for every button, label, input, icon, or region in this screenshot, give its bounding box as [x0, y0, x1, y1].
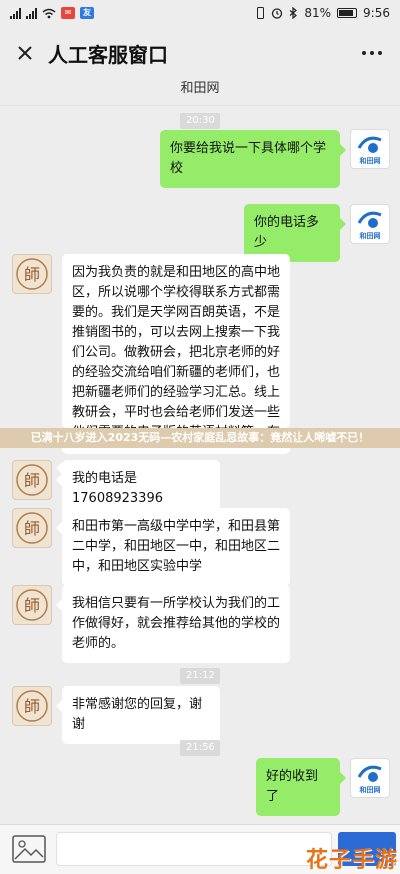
teacher-emblem-icon: 師 — [16, 512, 48, 544]
signal-icon — [10, 7, 21, 19]
timestamp: 21:12 — [180, 668, 220, 684]
timestamp: 20:30 — [180, 113, 220, 129]
close-icon — [18, 46, 32, 60]
watermark: 花子手游 — [306, 847, 399, 873]
hetian-logo-icon: 和田网 — [357, 211, 382, 240]
avatar-label: 和田网 — [359, 156, 381, 165]
svg-text:師: 師 — [24, 697, 40, 716]
battery-percent: 81% — [304, 6, 332, 20]
image-button[interactable] — [12, 835, 46, 863]
teacher-emblem-icon: 師 — [16, 258, 48, 290]
bluetooth-icon — [289, 7, 298, 19]
alarm-icon — [272, 8, 283, 19]
svg-text:師: 師 — [24, 519, 40, 538]
message-bubble-tail — [56, 448, 290, 474]
chat-subtitle: 和田网 — [0, 80, 400, 106]
signal-icon — [26, 7, 37, 19]
message-bubble-incoming: 非常感谢您的回复，谢谢 — [56, 686, 220, 744]
more-icon — [378, 51, 382, 55]
hetian-logo-icon: 和田网 — [357, 765, 382, 794]
teacher-emblem-icon: 師 — [16, 464, 48, 496]
svg-text:和田网: 和田网 — [359, 785, 381, 794]
message-bubble-incoming: 因为我负责的就是和田地区的高中地区，所以说哪个学校得联系方式都需要的。我们是天学… — [62, 254, 290, 428]
teacher-emblem-icon: 師 — [16, 690, 48, 722]
hetian-logo-icon: 和田网 — [357, 136, 382, 165]
wifi-icon — [42, 8, 56, 18]
message-input[interactable] — [56, 832, 332, 866]
message-bubble-outgoing: 你要给我说一下具体哪个学校 — [160, 130, 346, 188]
message-bubble-incoming: 和田市第一高级中学中学，和田县第二中学，和田地区一中，和田地区二中，和田地区实验… — [56, 508, 290, 586]
more-icon — [370, 51, 374, 55]
close-button[interactable] — [12, 40, 38, 66]
avatar: 和田网 — [350, 129, 390, 169]
teacher-emblem-icon: 師 — [16, 589, 48, 621]
message-bubble-outgoing: 好的收到了 — [256, 758, 346, 816]
mail-app-icon: ✉ — [61, 7, 75, 19]
message-bubble-incoming: 我相信只要有一所学校认为我们的工作做得好，就会推荐给其他的学校的老师的。 — [56, 585, 290, 663]
status-right: 81% 9:56 — [256, 6, 390, 20]
image-icon — [12, 835, 46, 863]
clock: 9:56 — [363, 6, 390, 20]
avatar: 和田网 — [350, 204, 390, 244]
overlay-banner: 已满十八岁进入2023无码—农村家庭乱忌故事：竟然让人唏嘘不已！ — [0, 428, 400, 448]
svg-text:師: 師 — [24, 596, 40, 615]
avatar: 和田网 — [350, 758, 390, 798]
friend-app-icon: 友 — [80, 7, 94, 19]
more-icon — [362, 51, 366, 55]
svg-text:師: 師 — [24, 471, 40, 490]
svg-text:師: 師 — [24, 265, 40, 284]
status-left: ✉ 友 — [10, 7, 94, 19]
battery-icon — [337, 8, 358, 18]
status-bar: ✉ 友 81% 9:56 — [0, 0, 400, 26]
avatar: 師 — [12, 254, 52, 294]
svg-text:和田网: 和田网 — [359, 231, 381, 240]
timestamp: 21:56 — [180, 740, 220, 756]
vibrate-icon — [257, 7, 265, 19]
avatar: 師 — [12, 686, 52, 726]
more-button[interactable] — [356, 45, 388, 61]
page-title: 人工客服窗口 — [48, 42, 168, 67]
avatar: 師 — [12, 585, 52, 625]
avatar: 師 — [12, 508, 52, 548]
avatar: 師 — [12, 460, 52, 500]
app-header: 人工客服窗口 — [0, 26, 400, 80]
